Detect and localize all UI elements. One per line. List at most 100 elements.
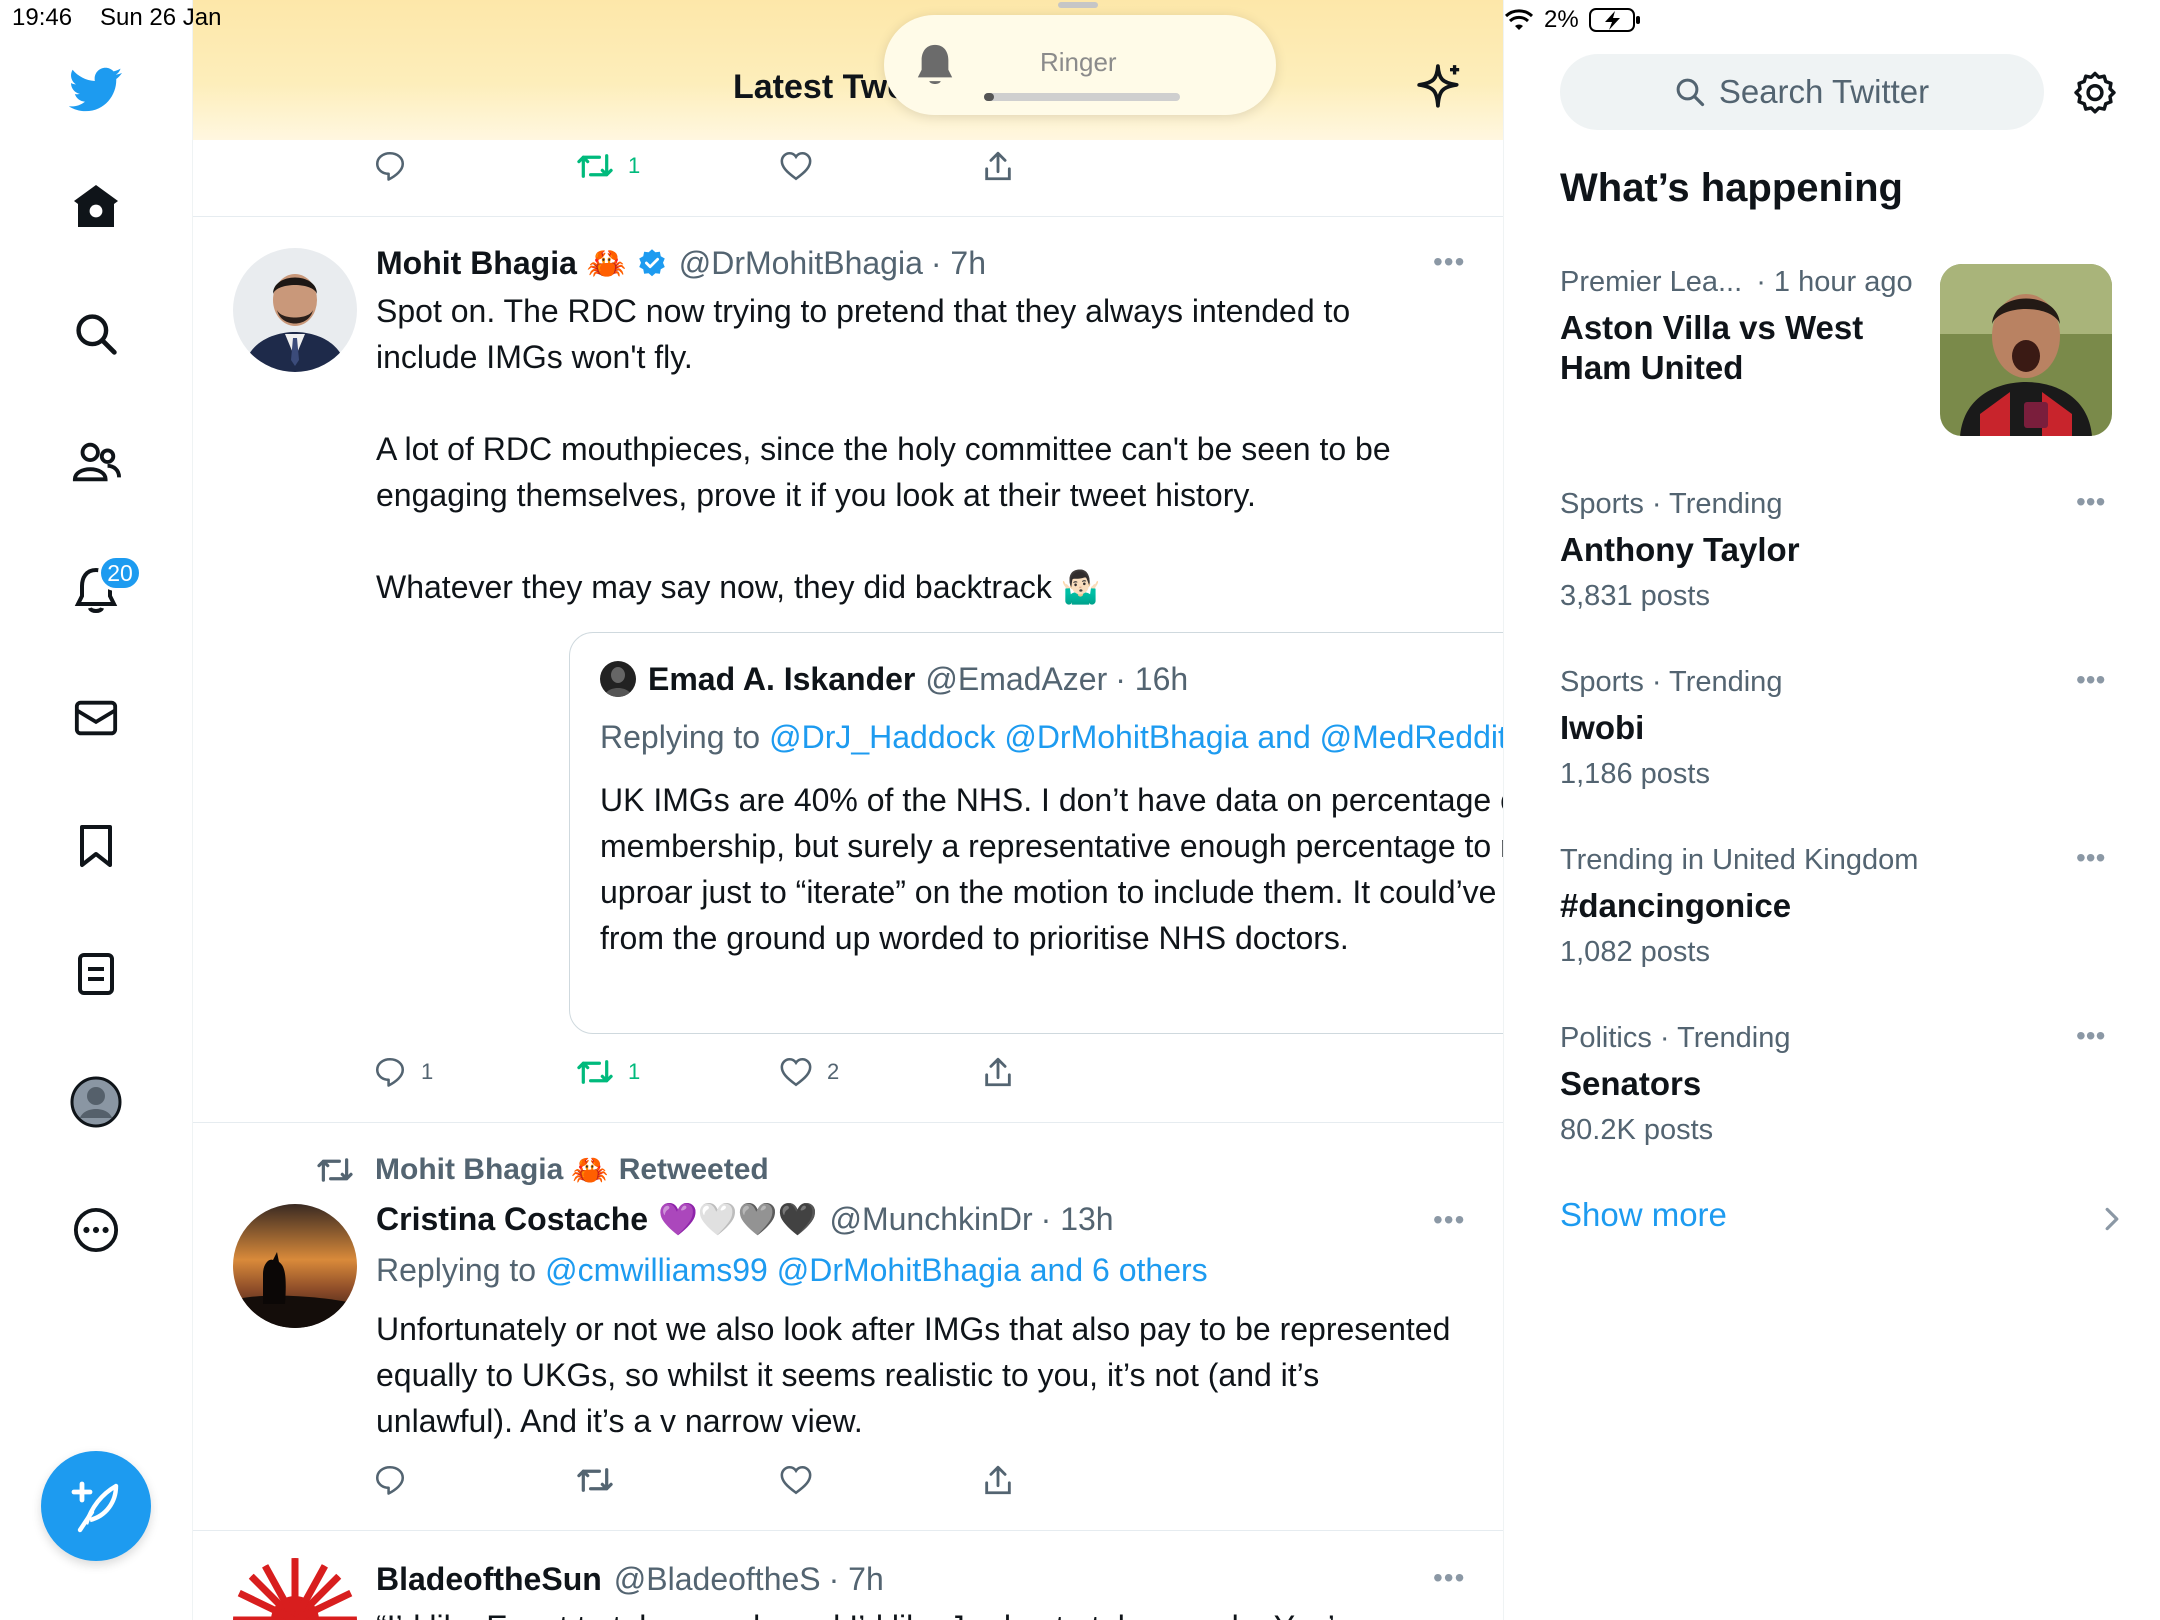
replying-to-handles[interactable]: @cmwilliams99 @DrMohitBhagia and 6 other… bbox=[545, 1252, 1208, 1289]
retweet-button[interactable]: 1 bbox=[576, 146, 640, 186]
tweet-more-button[interactable]: ••• bbox=[1433, 1204, 1465, 1236]
author-name[interactable]: Cristina Costache bbox=[376, 1201, 648, 1238]
show-more-link[interactable]: Show more bbox=[1560, 1196, 1727, 1234]
chevron-right-icon bbox=[2104, 1206, 2120, 1232]
trend-meta: Sports · Trending bbox=[1560, 488, 1783, 520]
tweet-more-button[interactable]: ••• bbox=[1433, 246, 1465, 278]
replying-to-handles[interactable]: @DrJ_Haddock @DrMohitBhagia and @MedRedd… bbox=[769, 719, 1503, 756]
retweet-icon bbox=[577, 154, 613, 178]
avatar[interactable] bbox=[233, 248, 357, 372]
reply-button[interactable] bbox=[373, 146, 407, 186]
tweet-header: BladeoftheSun @BladeoftheS · 7h bbox=[376, 1556, 884, 1602]
featured-title-line: Aston Villa vs West bbox=[1560, 309, 1864, 346]
retweet-button[interactable]: 1 bbox=[576, 1052, 640, 1092]
sparkle-toggle-icon[interactable] bbox=[1415, 62, 1465, 112]
avatar[interactable] bbox=[233, 1204, 357, 1328]
share-button[interactable] bbox=[982, 146, 1014, 186]
like-button[interactable]: 2 bbox=[779, 1052, 839, 1092]
tweet-paragraph: Spot on. The RDC now trying to pretend t… bbox=[376, 293, 1351, 375]
messages-icon[interactable] bbox=[62, 684, 130, 752]
profile-avatar-icon[interactable] bbox=[62, 1068, 130, 1136]
quote-author-name: Emad A. Iskander bbox=[648, 660, 916, 697]
share-icon bbox=[985, 1465, 1011, 1495]
tweet-text: “I’d like Egypt to take people and I’d l… bbox=[376, 1604, 1456, 1620]
search-bar[interactable]: Search Twitter bbox=[1560, 54, 2044, 130]
like-count: 2 bbox=[827, 1059, 840, 1084]
feather-plus-icon bbox=[71, 1481, 119, 1533]
like-button[interactable] bbox=[779, 146, 813, 186]
retweet-button[interactable] bbox=[576, 1460, 614, 1500]
avatar[interactable] bbox=[233, 1558, 357, 1620]
tweet-paragraph: A lot of RDC mouthpieces, since the holy… bbox=[376, 431, 1391, 513]
retweet-icon bbox=[577, 1060, 613, 1084]
divider bbox=[193, 216, 1503, 217]
trend-more-button[interactable]: ••• bbox=[2076, 486, 2105, 518]
tweet-actions: 1 bbox=[373, 146, 1013, 186]
trend-more-button[interactable]: ••• bbox=[2076, 1020, 2105, 1052]
trend-meta: Politics · Trending bbox=[1560, 1022, 1791, 1054]
trend-more-button[interactable]: ••• bbox=[2076, 842, 2105, 874]
status-date: Sun 26 Jan bbox=[100, 4, 222, 31]
reply-button[interactable] bbox=[373, 1460, 407, 1500]
trend-title: Iwobi bbox=[1560, 709, 1645, 746]
author-handle[interactable]: @BladeoftheS bbox=[614, 1561, 821, 1598]
lists-icon[interactable] bbox=[62, 940, 130, 1008]
author-handle[interactable]: @DrMohitBhagia bbox=[679, 245, 923, 282]
tweet-actions bbox=[373, 1460, 1013, 1500]
tweet-time[interactable]: · 13h bbox=[1041, 1201, 1114, 1238]
notifications-badge: 20 bbox=[98, 555, 142, 591]
retweeted-context: Mohit Bhagia 🦀 Retweeted bbox=[315, 1148, 769, 1192]
search-placeholder: Search Twitter bbox=[1718, 73, 1930, 110]
heart-icon bbox=[780, 1465, 812, 1495]
whats-happening-heading: What’s happening bbox=[1560, 166, 1903, 210]
trend-count: 1,186 posts bbox=[1560, 758, 1710, 790]
tweet-more-button[interactable]: ••• bbox=[1433, 1562, 1465, 1594]
communities-icon[interactable] bbox=[62, 428, 130, 496]
home-icon[interactable] bbox=[62, 172, 130, 240]
bell-icon bbox=[914, 41, 956, 87]
author-name[interactable]: BladeoftheSun bbox=[376, 1561, 602, 1598]
author-handle[interactable]: @MunchkinDr bbox=[829, 1201, 1032, 1238]
ringer-hud: Ringer bbox=[884, 15, 1276, 115]
trend-meta: Trending in United Kingdom bbox=[1560, 844, 1919, 876]
author-name[interactable]: Mohit Bhagia bbox=[376, 245, 577, 282]
tweet-text: Spot on. The RDC now trying to pretend t… bbox=[376, 288, 1436, 610]
top-grabber bbox=[1058, 2, 1098, 8]
tweet-text: Unfortunately or not we also look after … bbox=[376, 1311, 1451, 1439]
quoted-tweet[interactable]: Emad A. Iskander @EmadAzer · 16h Replyin… bbox=[569, 632, 1503, 1034]
quote-text: UK IMGs are 40% of the NHS. I don’t have… bbox=[600, 782, 1503, 956]
trend-count: 3,831 posts bbox=[1560, 580, 1710, 612]
featured-time: · 1 hour ago bbox=[1756, 266, 1913, 298]
quote-avatar bbox=[600, 661, 636, 697]
replying-line: Replying to @cmwilliams99 @DrMohitBhagia… bbox=[376, 1248, 1208, 1292]
trend-title: Anthony Taylor bbox=[1560, 531, 1800, 568]
featured-thumbnail bbox=[1940, 264, 2112, 436]
more-options-icon[interactable] bbox=[62, 1196, 130, 1264]
settings-gear-icon[interactable] bbox=[2072, 70, 2118, 116]
bookmarks-icon[interactable] bbox=[62, 812, 130, 880]
search-icon[interactable] bbox=[62, 300, 130, 368]
compose-tweet-button[interactable] bbox=[41, 1451, 151, 1561]
tweet-time[interactable]: · 7h bbox=[829, 1561, 884, 1598]
twitter-logo-icon[interactable] bbox=[62, 56, 130, 124]
featured-category: Premier Lea... bbox=[1560, 266, 1743, 298]
author-emoji: 🦀 bbox=[586, 245, 627, 281]
wifi-icon bbox=[1504, 8, 1534, 32]
share-button[interactable] bbox=[982, 1052, 1014, 1092]
featured-title: Aston Villa vs West Ham United bbox=[1560, 308, 1863, 388]
trend-count: 80.2K posts bbox=[1560, 1114, 1714, 1146]
like-button[interactable] bbox=[779, 1460, 813, 1500]
quote-header: Emad A. Iskander @EmadAzer · 16h bbox=[600, 657, 1188, 701]
author-emoji: 💜🤍🩶🖤 bbox=[658, 1201, 818, 1237]
quote-author-handle: @EmadAzer bbox=[925, 660, 1108, 697]
right-sidebar: Search Twitter What’s happening Premier … bbox=[1504, 0, 2160, 1620]
retweeter-name[interactable]: Mohit Bhagia bbox=[375, 1153, 563, 1187]
tweet-time[interactable]: · 7h bbox=[931, 245, 986, 282]
share-button[interactable] bbox=[982, 1460, 1014, 1500]
replying-to-label: Replying to bbox=[600, 718, 761, 755]
verified-badge-icon bbox=[637, 248, 667, 278]
reply-icon bbox=[375, 151, 405, 181]
trend-more-button[interactable]: ••• bbox=[2076, 664, 2105, 696]
replying-to-label: Replying to bbox=[376, 1251, 537, 1288]
reply-button[interactable]: 1 bbox=[373, 1052, 433, 1092]
